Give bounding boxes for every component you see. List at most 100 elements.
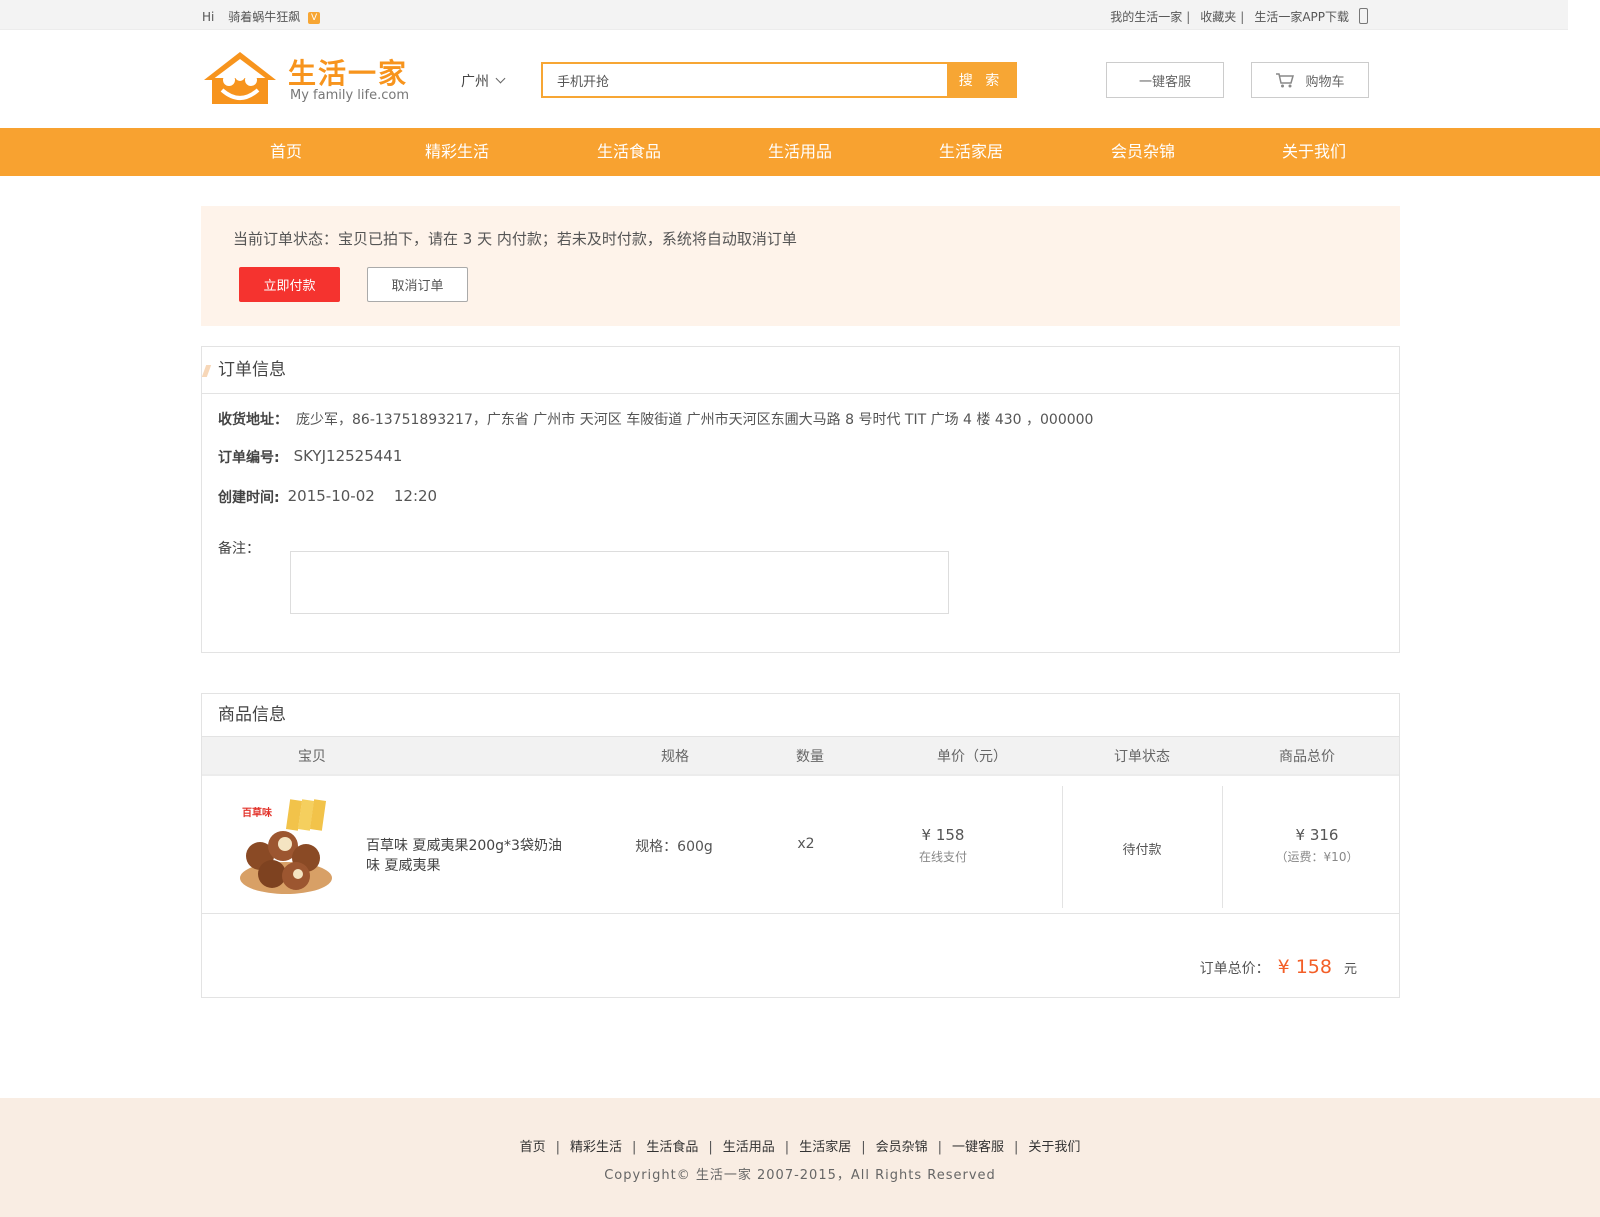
separator: | <box>861 1140 866 1155</box>
footer-links: 首页 | 精彩生活 | 生活食品 | 生活用品 | 生活家居 | 会员杂锦 | 一键客服 | 关于我们 <box>0 1136 1600 1155</box>
phone-icon[interactable] <box>1359 7 1368 24</box>
separator: | <box>784 1140 790 1155</box>
footer-link-supplies[interactable]: 生活用品 <box>723 1140 775 1155</box>
top-bar: Hi 骑着蜗牛狂飙 V 我的生活一家 | 收藏夹 | 生活一家APP下载 <box>0 0 1568 30</box>
separator: | <box>1014 1140 1019 1155</box>
separator: | <box>1186 9 1191 24</box>
nav-item-home[interactable]: 首页 <box>226 128 346 176</box>
order-total-unit: 元 <box>1343 962 1357 977</box>
username-link[interactable]: 骑着蜗牛狂飙 <box>228 10 300 24</box>
nav-item-member[interactable]: 会员杂锦 <box>1083 128 1203 176</box>
col-item: 宝贝 <box>298 749 326 765</box>
favorites-link[interactable]: 收藏夹 <box>1200 8 1236 25</box>
vip-badge: V <box>308 12 321 24</box>
footer-link-home[interactable]: 首页 <box>520 1140 546 1155</box>
cancel-order-button[interactable]: 取消订单 <box>367 267 468 302</box>
separator: | <box>937 1140 942 1155</box>
nav-item-food[interactable]: 生活食品 <box>569 128 689 176</box>
copyright: Copyright© 生活一家 2007-2015，All Rights Res… <box>604 1168 996 1183</box>
footer-link-home-furnishing[interactable]: 生活家居 <box>799 1140 851 1155</box>
separator: | <box>555 1140 560 1155</box>
divider <box>1222 786 1223 908</box>
unit-price-cell: ¥ 158 在线支付 <box>888 826 998 865</box>
address-value: 庞少军，86-13751893217，广东省 广州市 天河区 车陂街道 广州市天… <box>296 412 1094 428</box>
unit-price: ¥ 158 <box>921 826 965 844</box>
goods-table-header: 宝贝 规格 数量 单价（元） 订单状态 商品总价 <box>202 736 1399 776</box>
footer-link-member[interactable]: 会员杂锦 <box>876 1140 928 1155</box>
nav-item-about[interactable]: 关于我们 <box>1254 128 1374 176</box>
order-status-value: 待付款 <box>1122 843 1162 858</box>
footer-link-food[interactable]: 生活食品 <box>646 1140 698 1155</box>
my-account-link[interactable]: 我的生活一家 <box>1110 8 1182 25</box>
cart-button[interactable]: 购物车 <box>1251 62 1369 98</box>
nav-item-supplies[interactable]: 生活用品 <box>740 128 860 176</box>
divider <box>1062 786 1063 908</box>
city-label: 广州 <box>461 74 489 90</box>
item-total: ¥ 316 <box>1295 826 1339 844</box>
col-item-total: 商品总价 <box>1279 749 1335 765</box>
remark-textarea[interactable] <box>290 551 949 614</box>
product-image[interactable]: 百草味 <box>238 798 338 898</box>
created-time-row: 创建时间: 2015-10-02 12:20 <box>218 487 437 507</box>
order-status-box: 当前订单状态：宝贝已拍下，请在 3 天 内付款；若未及时付款，系统将自动取消订单… <box>201 206 1400 326</box>
order-info-title-text: 订单信息 <box>218 360 286 380</box>
logo-subtitle: My family life.com <box>290 88 409 103</box>
customer-service-label: 一键客服 <box>1138 74 1191 90</box>
product-name-link[interactable]: 百草味 夏威夷果200g*3袋奶油味 夏威夷果 <box>366 836 566 876</box>
footer-link-wonderful-life[interactable]: 精彩生活 <box>570 1140 622 1155</box>
col-order-status: 订单状态 <box>1114 749 1170 765</box>
top-links: 我的生活一家 | 收藏夹 | 生活一家APP下载 <box>1110 7 1368 25</box>
logo-house-icon <box>204 52 276 104</box>
search-input[interactable] <box>543 64 947 96</box>
search-bar: 搜 索 <box>541 62 1017 98</box>
chevron-down-icon <box>495 73 506 84</box>
cart-label: 购物车 <box>1305 74 1345 90</box>
order-info-title: 订单信息 <box>201 347 1399 394</box>
item-total-cell: ¥ 316 （运费：¥10） <box>1242 826 1392 865</box>
goods-info-panel: 商品信息 宝贝 规格 数量 单价（元） 订单状态 商品总价 百草味 百草味 夏威… <box>201 693 1400 998</box>
remark-label: 备注： <box>218 541 260 557</box>
nav-item-home-furnishing[interactable]: 生活家居 <box>911 128 1031 176</box>
separator: | <box>708 1140 713 1155</box>
order-info-panel: 订单信息 收货地址： 庞少军，86-13751893217，广东省 广州市 天河… <box>201 346 1400 653</box>
created-time-label: 创建时间: <box>218 490 280 506</box>
city-selector[interactable]: 广州 <box>461 71 506 91</box>
title-accent-mark <box>201 365 212 377</box>
search-button[interactable]: 搜 索 <box>947 64 1015 96</box>
nav-item-wonderful-life[interactable]: 精彩生活 <box>397 128 517 176</box>
product-spec: 规格：600g <box>635 839 713 855</box>
payment-method: 在线支付 <box>918 850 967 864</box>
pay-now-button[interactable]: 立即付款 <box>239 267 340 302</box>
greeting-hi: Hi <box>202 10 215 24</box>
col-qty: 数量 <box>796 749 824 765</box>
address-label: 收货地址： <box>218 412 288 428</box>
order-number-row: 订单编号: SKYJ12525441 <box>218 447 402 467</box>
separator: | <box>631 1140 637 1155</box>
created-time-value: 2015-10-02 12:20 <box>287 487 438 505</box>
site-logo[interactable]: 生活一家 My family life.com <box>202 50 417 106</box>
col-spec: 规格 <box>661 749 689 765</box>
cart-icon <box>1276 73 1295 88</box>
app-download-link[interactable]: 生活一家APP下载 <box>1254 8 1349 25</box>
remark-row: 备注： <box>218 538 268 558</box>
order-number-value: SKYJ12525441 <box>293 447 403 465</box>
customer-service-button[interactable]: 一键客服 <box>1106 62 1224 98</box>
footer: 首页 | 精彩生活 | 生活食品 | 生活用品 | 生活家居 | 会员杂锦 | 一键客服 | 关于我们 Co… <box>0 1098 1600 1217</box>
user-greeting: Hi 骑着蜗牛狂飙 V <box>202 8 321 25</box>
col-unit-price: 单价（元） <box>937 749 1007 765</box>
product-brand-label: 百草味 <box>242 808 272 819</box>
main-nav: 首页 精彩生活 生活食品 生活用品 生活家居 会员杂锦 关于我们 <box>0 128 1600 176</box>
order-total-amount: ¥ 158 <box>1277 956 1332 978</box>
product-quantity: x2 <box>797 836 815 852</box>
order-total-label: 订单总价： <box>1199 961 1270 977</box>
separator: | <box>1240 9 1245 24</box>
order-number-label: 订单编号: <box>218 450 280 466</box>
table-row: 百草味 百草味 夏威夷果200g*3袋奶油味 夏威夷果 规格：600g x2 ¥… <box>202 778 1399 914</box>
address-row: 收货地址： 庞少军，86-13751893217，广东省 广州市 天河区 车陂街… <box>218 409 1093 429</box>
footer-link-service[interactable]: 一键客服 <box>952 1140 1004 1155</box>
logo-name: 生活一家 <box>288 57 409 90</box>
footer-link-about[interactable]: 关于我们 <box>1028 1140 1080 1155</box>
order-total: 订单总价： ¥ 158 元 <box>1200 956 1357 978</box>
goods-info-title: 商品信息 <box>218 705 286 725</box>
shipping-fee: （运费：¥10） <box>1275 850 1359 864</box>
